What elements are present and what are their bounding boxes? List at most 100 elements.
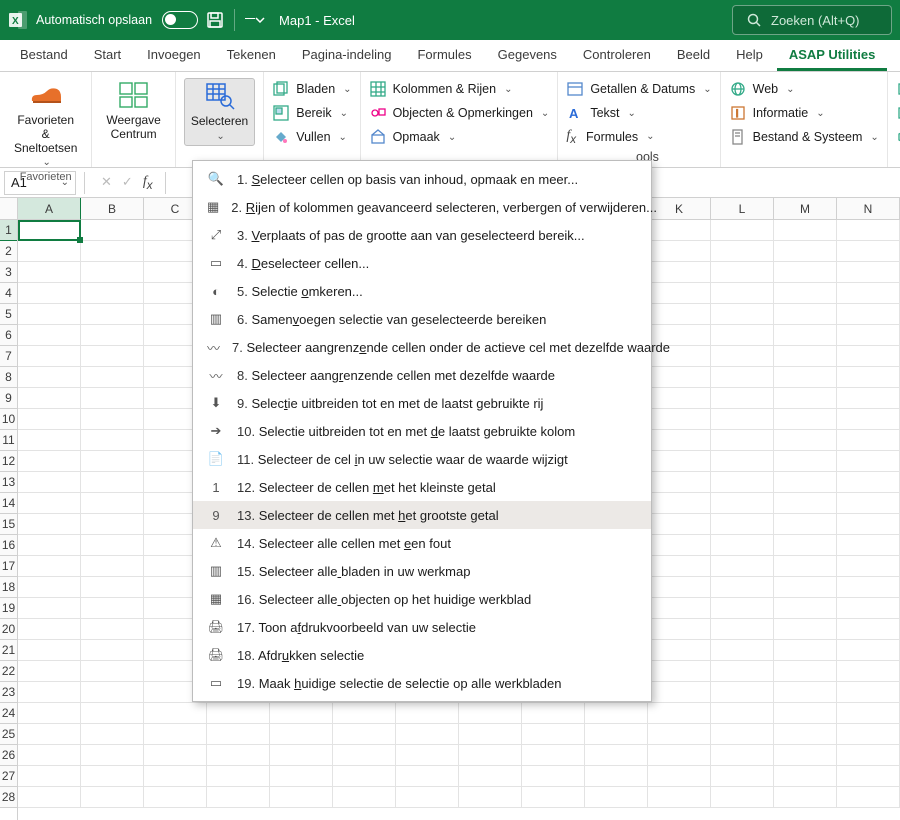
cell[interactable] xyxy=(774,493,837,514)
menu-item-6[interactable]: ▥6. Samenvoegen selectie van geselecteer… xyxy=(193,305,651,333)
cell[interactable] xyxy=(207,703,270,724)
cell[interactable] xyxy=(81,472,144,493)
cell[interactable] xyxy=(18,325,81,346)
cell[interactable] xyxy=(774,262,837,283)
selecteren-button[interactable]: Selecteren⌄ xyxy=(184,78,255,146)
cell[interactable] xyxy=(18,535,81,556)
row-header[interactable]: 1 xyxy=(0,220,17,241)
cell[interactable] xyxy=(711,745,774,766)
cell[interactable] xyxy=(144,745,207,766)
cell[interactable] xyxy=(81,430,144,451)
cell[interactable] xyxy=(81,367,144,388)
cell[interactable] xyxy=(522,703,585,724)
cell[interactable] xyxy=(648,577,711,598)
cell[interactable] xyxy=(648,724,711,745)
cell[interactable] xyxy=(81,640,144,661)
cell[interactable] xyxy=(459,766,522,787)
row-header[interactable]: 7 xyxy=(0,346,17,367)
cell[interactable] xyxy=(774,661,837,682)
cell[interactable] xyxy=(648,451,711,472)
cell[interactable] xyxy=(837,493,900,514)
cell[interactable] xyxy=(711,661,774,682)
menu-item-14[interactable]: ⚠14. Selecteer alle cellen met een fout xyxy=(193,529,651,557)
row-header[interactable]: 11 xyxy=(0,430,17,451)
tab-formules[interactable]: Formules xyxy=(405,41,483,71)
cell[interactable] xyxy=(270,745,333,766)
cell[interactable] xyxy=(774,766,837,787)
cell[interactable] xyxy=(774,472,837,493)
ribbon-item-informatie[interactable]: iInformatie ⌄ xyxy=(729,104,879,122)
cell[interactable] xyxy=(774,304,837,325)
cell[interactable] xyxy=(837,598,900,619)
cell[interactable] xyxy=(774,514,837,535)
cell[interactable] xyxy=(648,703,711,724)
row-header[interactable]: 21 xyxy=(0,640,17,661)
cell[interactable] xyxy=(774,745,837,766)
cell[interactable] xyxy=(837,472,900,493)
row-header[interactable]: 20 xyxy=(0,619,17,640)
cell[interactable] xyxy=(585,766,648,787)
cell[interactable] xyxy=(774,325,837,346)
cell[interactable] xyxy=(18,556,81,577)
menu-item-1[interactable]: 🔍1. Selecteer cellen op basis van inhoud… xyxy=(193,165,651,193)
cell[interactable] xyxy=(711,409,774,430)
menu-item-11[interactable]: 📄11. Selecteer de cel in uw selectie waa… xyxy=(193,445,651,473)
cell[interactable] xyxy=(774,283,837,304)
cell[interactable] xyxy=(81,325,144,346)
row-header[interactable]: 10 xyxy=(0,409,17,430)
cell[interactable] xyxy=(459,724,522,745)
tab-asap-utilities[interactable]: ASAP Utilities xyxy=(777,41,887,71)
cell[interactable] xyxy=(648,493,711,514)
cell[interactable] xyxy=(837,703,900,724)
cell[interactable] xyxy=(18,661,81,682)
row-header[interactable]: 22 xyxy=(0,661,17,682)
cell[interactable] xyxy=(18,220,81,241)
cell[interactable] xyxy=(648,640,711,661)
row-header[interactable]: 19 xyxy=(0,598,17,619)
row-header[interactable]: 17 xyxy=(0,556,17,577)
cell[interactable] xyxy=(774,220,837,241)
cell[interactable] xyxy=(18,703,81,724)
row-header[interactable]: 5 xyxy=(0,304,17,325)
cell[interactable] xyxy=(18,682,81,703)
cell[interactable] xyxy=(81,388,144,409)
row-header[interactable]: 3 xyxy=(0,262,17,283)
cell[interactable] xyxy=(837,451,900,472)
cell[interactable] xyxy=(837,325,900,346)
cell[interactable] xyxy=(81,304,144,325)
cell[interactable] xyxy=(837,283,900,304)
cell[interactable] xyxy=(837,220,900,241)
cell[interactable] xyxy=(144,766,207,787)
cell[interactable] xyxy=(270,724,333,745)
cell[interactable] xyxy=(711,388,774,409)
menu-item-2[interactable]: ▦2. Rijen of kolommen geavanceerd select… xyxy=(193,193,651,221)
ribbon-item-kolommen-rijen[interactable]: Kolommen & Rijen ⌄ xyxy=(369,80,550,98)
cell[interactable] xyxy=(648,619,711,640)
cell[interactable] xyxy=(648,598,711,619)
cell[interactable] xyxy=(711,493,774,514)
cell[interactable] xyxy=(333,724,396,745)
cell[interactable] xyxy=(144,724,207,745)
cell[interactable] xyxy=(81,514,144,535)
cell[interactable] xyxy=(837,619,900,640)
cell[interactable] xyxy=(837,304,900,325)
cell[interactable] xyxy=(774,367,837,388)
ribbon-item-objecten-opmerkingen[interactable]: Objecten & Opmerkingen ⌄ xyxy=(369,104,550,122)
tab-tekenen[interactable]: Tekenen xyxy=(215,41,288,71)
cell[interactable] xyxy=(711,304,774,325)
cell[interactable] xyxy=(522,724,585,745)
ribbon-item-opmaak[interactable]: Opmaak ⌄ xyxy=(369,128,550,146)
cell[interactable] xyxy=(81,703,144,724)
cell[interactable] xyxy=(270,766,333,787)
cell[interactable] xyxy=(81,409,144,430)
cell[interactable] xyxy=(81,598,144,619)
row-header[interactable]: 9 xyxy=(0,388,17,409)
cell[interactable] xyxy=(774,640,837,661)
cell[interactable] xyxy=(648,367,711,388)
cell[interactable] xyxy=(837,409,900,430)
cell[interactable] xyxy=(81,451,144,472)
cell[interactable] xyxy=(648,262,711,283)
cell[interactable] xyxy=(711,262,774,283)
cell[interactable] xyxy=(81,346,144,367)
cell[interactable] xyxy=(207,766,270,787)
